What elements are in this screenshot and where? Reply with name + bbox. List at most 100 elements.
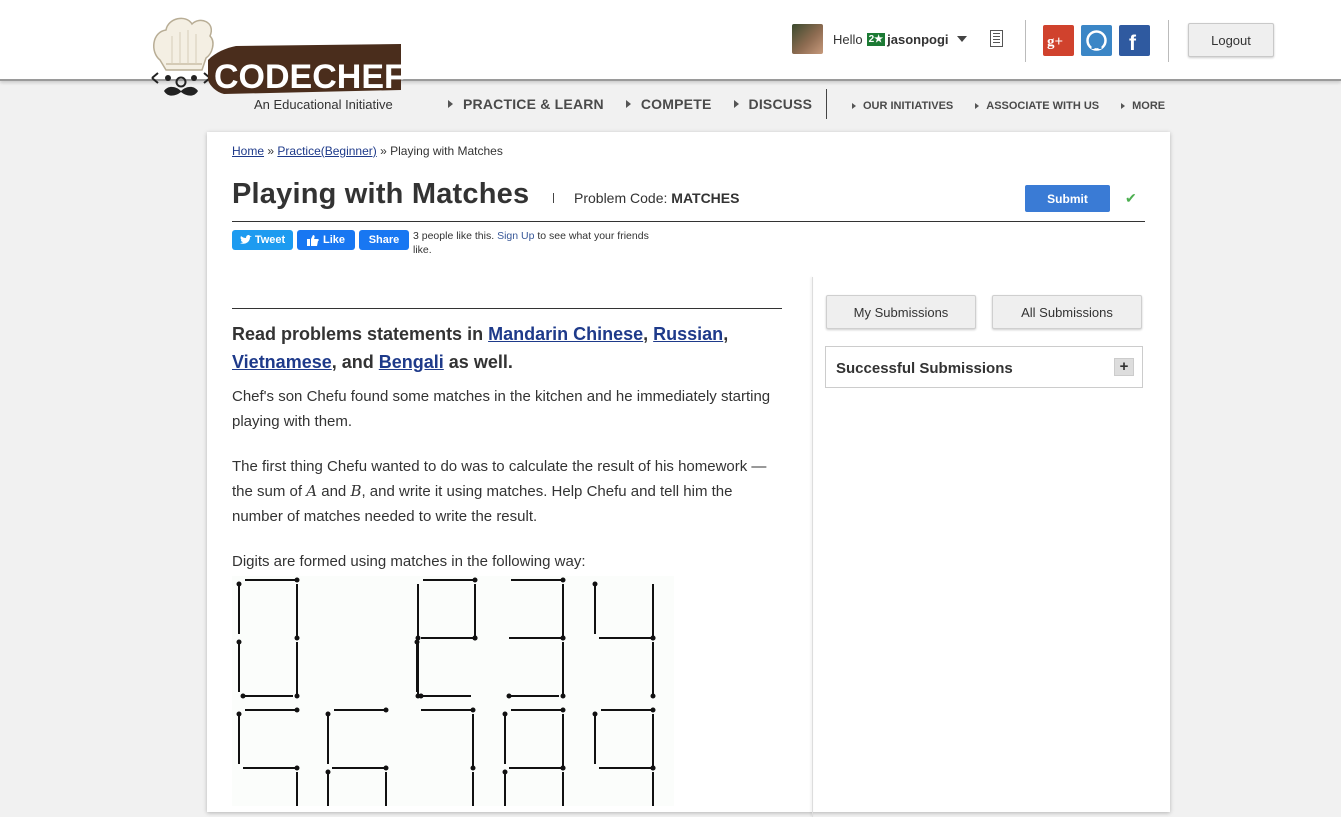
match-head [294,577,300,583]
main-nav: PRACTICE & LEARN COMPETE DISCUSS [448,96,834,112]
match-head [502,769,508,775]
page-title: Playing with Matches [232,178,530,210]
twitter-bird-icon [239,235,252,244]
nav-divider [826,89,827,119]
match-head [470,765,476,771]
link-vietnamese[interactable]: Vietnamese [232,352,332,372]
successful-submissions-panel[interactable]: Successful Submissions + [825,346,1143,388]
facebook-icon[interactable]: f [1119,25,1150,56]
match-head [560,707,566,713]
link-russian[interactable]: Russian [653,324,723,344]
match-head [502,711,508,717]
rating-badge: 2★ [866,32,886,46]
match-head [650,707,656,713]
match-head [236,581,242,587]
link-bengali[interactable]: Bengali [379,352,444,372]
my-submissions-button[interactable]: My Submissions [826,295,976,329]
all-submissions-button[interactable]: All Submissions [992,295,1142,329]
secondary-nav: OUR INITIATIVES ASSOCIATE WITH US MORE [852,100,1187,112]
statement-paragraph-3: Digits are formed using matches in the f… [232,553,586,570]
breadcrumb-home[interactable]: Home [232,144,264,158]
language-links: Read problems statements in Mandarin Chi… [232,324,729,372]
match-head [650,635,656,641]
statement-paragraph-1: Chef's son Chefu found some matches in t… [232,388,771,430]
match-head [592,581,598,587]
user-menu[interactable]: Hello 2★ jasonpogi [792,24,967,54]
match-head [414,639,420,645]
svg-text:f: f [1129,32,1137,55]
match-head [560,635,566,641]
match-head [294,635,300,641]
match-head [240,693,246,699]
caret-right-icon [625,100,631,108]
problem-code: Problem Code: MATCHES [574,190,740,206]
svg-text:CODECHEF: CODECHEF [214,58,405,96]
breadcrumb-current: Playing with Matches [390,144,503,158]
matchstick-digits-figure [236,577,656,817]
match-head [236,711,242,717]
divider [553,193,554,203]
likes-text: 3 people like this. Sign Up to see what … [413,230,649,256]
match-head [560,765,566,771]
nav-our-initiatives[interactable]: OUR INITIATIVES [852,100,953,112]
nav-practice-learn[interactable]: PRACTICE & LEARN [448,96,604,112]
signup-link[interactable]: Sign Up [497,230,534,242]
checkmark-icon: ✔ [1125,190,1137,206]
match-head [294,765,300,771]
match-head [650,765,656,771]
chevron-down-icon[interactable] [956,36,967,42]
match-head [560,693,566,699]
submit-button[interactable]: Submit [1025,185,1110,212]
match-head [418,693,424,699]
thumbs-up-icon [306,234,319,246]
match-head [383,707,389,713]
document-icon[interactable] [990,30,1003,47]
content-rule [232,308,782,309]
username[interactable]: jasonpogi [887,32,948,47]
match-head [592,711,598,717]
title-rule [232,221,1145,222]
logout-button[interactable]: Logout [1188,23,1274,57]
nav-discuss[interactable]: DISCUSS [733,96,813,112]
caret-right-icon [852,103,856,109]
column-divider [812,277,813,817]
nav-more[interactable]: MORE [1121,100,1165,112]
caret-right-icon [1121,103,1126,109]
caret-right-icon [448,100,453,108]
nav-compete[interactable]: COMPETE [625,96,712,112]
divider [1168,20,1169,62]
match-head [650,693,656,699]
match-head [472,635,478,641]
match-head [560,577,566,583]
problem-card: Home » Practice(Beginner) » Playing with… [207,132,1170,817]
svg-text:g+: g+ [1047,34,1063,50]
match-head [472,577,478,583]
expand-icon[interactable]: + [1114,358,1134,376]
statement-paragraph-2: The first thing Chefu wanted to do was t… [232,458,767,525]
facebook-like-button[interactable]: Like [297,230,355,250]
tweet-button[interactable]: Tweet [232,230,293,250]
link-mandarin-chinese[interactable]: Mandarin Chinese [488,324,643,344]
breadcrumb-practice[interactable]: Practice(Beginner) [277,144,376,158]
caret-right-icon [975,103,980,109]
match-head [506,693,512,699]
google-plus-icon[interactable]: g+ [1043,25,1074,56]
facebook-share-button[interactable]: Share [359,230,409,250]
successful-submissions-label: Successful Submissions [836,360,1013,377]
problem-code-value: MATCHES [671,190,740,206]
logo-tagline: An Educational Initiative [254,97,393,112]
variable-a: A [306,482,318,500]
match-head [294,707,300,713]
nav-associate-with-us[interactable]: ASSOCIATE WITH US [975,100,1099,112]
greeting: Hello [833,31,863,47]
match-head [236,639,242,645]
github-icon[interactable] [1081,25,1112,56]
variable-b: B [350,482,362,500]
match-head [294,693,300,699]
divider [1025,20,1026,62]
match-head [325,769,331,775]
match-head [383,765,389,771]
avatar[interactable] [792,24,823,54]
match-head [325,711,331,717]
match-head [470,707,476,713]
